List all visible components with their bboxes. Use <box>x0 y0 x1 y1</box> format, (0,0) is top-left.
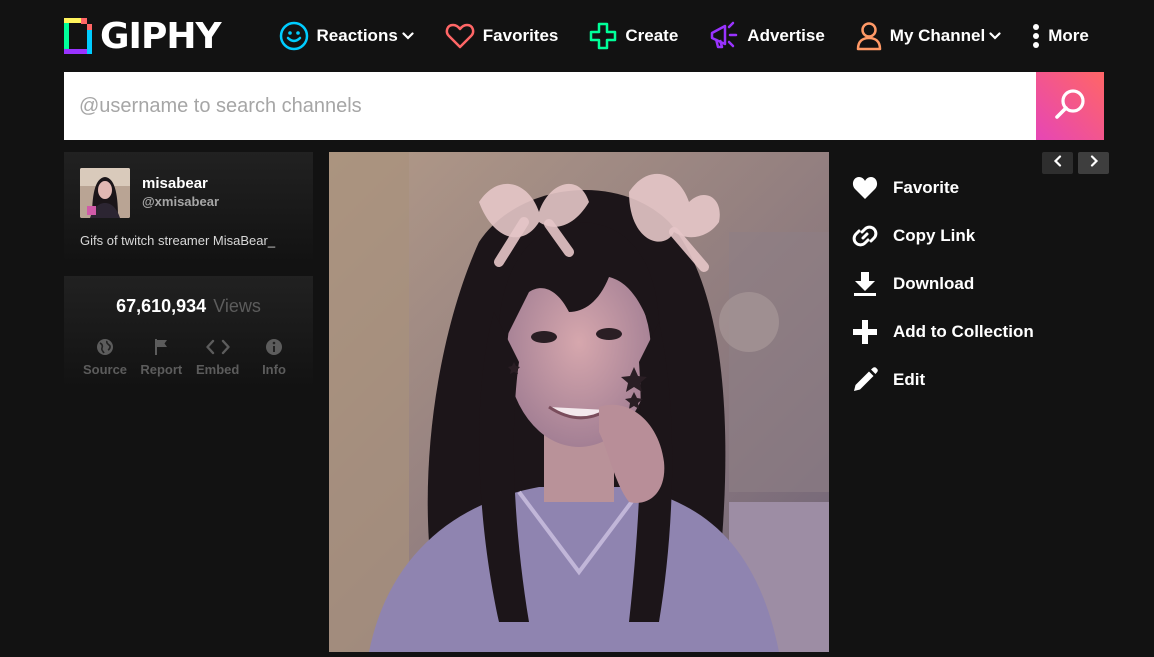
source-button[interactable]: Source <box>82 337 128 377</box>
previous-gif-button[interactable] <box>1042 152 1073 174</box>
channel-description: Gifs of twitch streamer MisaBear_ <box>80 233 276 248</box>
copy-link-button[interactable]: Copy Link <box>850 212 1034 260</box>
favorite-button[interactable]: Favorite <box>850 164 1034 212</box>
heart-outline-icon <box>445 22 475 50</box>
nav-create[interactable]: Create <box>589 14 678 58</box>
globe-icon <box>96 337 114 357</box>
vertical-dots-icon <box>1032 23 1040 49</box>
download-button[interactable]: Download <box>850 260 1034 308</box>
megaphone-icon <box>709 21 739 51</box>
nav-favorites-label: Favorites <box>482 26 559 45</box>
next-gif-button[interactable] <box>1078 152 1109 174</box>
main-nav: Reactions Favorites Create Advertise My … <box>279 14 1089 58</box>
nav-advertise[interactable]: Advertise <box>709 14 825 58</box>
gif-actions: Favorite Copy Link Download Add to Colle… <box>850 164 1034 404</box>
channel-card[interactable]: misabear @xmisabear Gifs of twitch strea… <box>64 152 313 264</box>
giphy-logo[interactable]: GIPHY <box>64 14 222 58</box>
embed-button[interactable]: Embed <box>195 337 241 377</box>
search-bar <box>64 72 1104 140</box>
add-to-collection-label: Add to Collection <box>893 322 1034 341</box>
nav-my-channel[interactable]: My Channel <box>856 14 1001 58</box>
gif-tools: Source Report Embed Info <box>64 337 313 377</box>
top-navigation: GIPHY Reactions Favorites Create Adverti… <box>64 14 1104 58</box>
nav-create-label: Create <box>625 26 679 45</box>
source-label: Source <box>82 362 128 377</box>
favorite-label: Favorite <box>893 178 960 197</box>
smiley-icon <box>279 21 309 51</box>
code-icon <box>205 337 230 357</box>
search-icon <box>1053 87 1087 126</box>
chevron-down-icon <box>989 32 1001 40</box>
flag-icon <box>153 337 169 357</box>
nav-reactions[interactable]: Reactions <box>279 14 414 58</box>
chevron-left-icon <box>1053 154 1063 172</box>
add-to-collection-button[interactable]: Add to Collection <box>850 308 1034 356</box>
embed-label: Embed <box>195 362 240 377</box>
search-button[interactable] <box>1036 72 1104 140</box>
channel-name[interactable]: misabear <box>142 175 219 193</box>
nav-more-label: More <box>1048 26 1089 45</box>
nav-my-channel-label: My Channel <box>889 26 986 45</box>
info-button[interactable]: Info <box>251 337 297 377</box>
nav-advertise-label: Advertise <box>747 26 825 45</box>
edit-button[interactable]: Edit <box>850 356 1034 404</box>
view-count: 67,610,934 Views <box>64 296 313 317</box>
channel-header: misabear @xmisabear <box>80 168 297 218</box>
copy-link-label: Copy Link <box>893 226 976 245</box>
report-button[interactable]: Report <box>138 337 184 377</box>
info-icon <box>265 337 283 357</box>
pencil-icon <box>850 365 880 395</box>
gif-stats-card: 67,610,934 Views Source Report Embed Inf… <box>64 276 313 388</box>
gif-pager <box>1037 152 1109 174</box>
logo-text: GIPHY <box>100 15 222 57</box>
chevron-right-icon <box>1089 154 1099 172</box>
nav-reactions-label: Reactions <box>316 26 398 45</box>
download-icon <box>850 269 880 299</box>
plus-outline-icon <box>589 22 617 50</box>
view-count-number: 67,610,934 <box>116 296 207 316</box>
heart-icon <box>850 173 880 203</box>
channel-info: misabear @xmisabear <box>142 175 219 211</box>
download-label: Download <box>893 274 975 293</box>
search-input[interactable] <box>64 72 1036 140</box>
nav-favorites[interactable]: Favorites <box>445 14 559 58</box>
giphy-logo-mark <box>64 18 92 54</box>
report-label: Report <box>140 362 183 377</box>
chevron-down-icon <box>402 32 414 40</box>
nav-more[interactable]: More <box>1032 14 1089 58</box>
channel-handle: @xmisabear <box>142 194 219 209</box>
gif-image[interactable] <box>329 152 829 652</box>
info-label: Info <box>262 362 286 377</box>
avatar[interactable] <box>80 168 130 218</box>
link-icon <box>850 221 880 251</box>
view-count-label: Views <box>213 296 261 316</box>
edit-label: Edit <box>893 370 926 389</box>
plus-icon <box>850 317 880 347</box>
user-icon <box>856 21 882 51</box>
